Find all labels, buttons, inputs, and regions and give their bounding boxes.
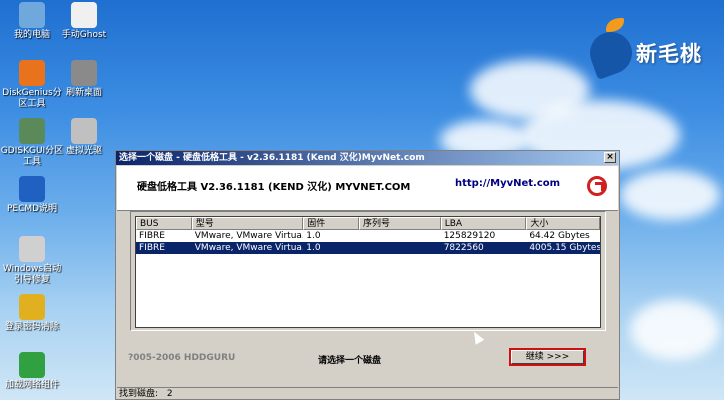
- desktop-shortcut-label: Windows启动引导修复: [2, 264, 62, 285]
- header-title: 硬盘低格工具 V2.36.1181 (KEND 汉化) MYVNET.COM: [137, 182, 411, 193]
- disk-cell: 7822560: [443, 243, 484, 253]
- ghost-icon: [71, 2, 97, 28]
- copyright-text: ?005-2006 HDDGURU: [128, 353, 236, 363]
- continue-button[interactable]: 继续 >>>: [509, 348, 586, 366]
- desktop-shortcut[interactable]: 虚拟光驱: [52, 118, 116, 157]
- column-header[interactable]: 固件: [303, 217, 360, 230]
- disk-row[interactable]: FIBRE VMware, VMware Virtua... 1.0 12582912…: [136, 230, 600, 242]
- xinmaotao-logo: 新毛桃: [584, 18, 720, 80]
- desktop-shortcut[interactable]: 登录密码清除: [0, 294, 64, 333]
- disk-cell: 4005.15 Gbytes: [529, 243, 600, 253]
- boot-repair-icon: [19, 236, 45, 262]
- desktop-shortcut[interactable]: 刷新桌面: [52, 60, 116, 99]
- disk-cell: 64.42 Gbytes: [529, 231, 590, 241]
- desktop-shortcut-label: 加载网络组件: [4, 380, 59, 390]
- network-icon: [19, 352, 45, 378]
- column-header[interactable]: LBA: [440, 217, 527, 230]
- column-header[interactable]: 大小: [526, 217, 600, 230]
- window-title: 选择一个磁盘 - 硬盘低格工具 - v2.36.1181 (Kend 汉化)My…: [119, 153, 425, 163]
- disk-list-frame: BUS 型号 固件 序列号 LBA 大小 FIBRE VMware, VMware Virt…: [130, 211, 606, 331]
- refresh-desktop-icon: [71, 60, 97, 86]
- desktop-shortcut[interactable]: 加载网络组件: [0, 352, 64, 391]
- desktop-shortcut[interactable]: PECMD说明: [0, 176, 64, 215]
- desktop-shortcut-label: 虚拟光驱: [65, 146, 102, 156]
- header-url-link[interactable]: http://MyvNet.com: [455, 178, 560, 189]
- hddguru-logo-icon: [587, 176, 607, 196]
- column-header[interactable]: BUS: [136, 217, 192, 230]
- window-header: 硬盘低格工具 V2.36.1181 (KEND 汉化) MYVNET.COM h…: [117, 166, 618, 211]
- status-bar: 找到磁盘: 2: [117, 387, 618, 399]
- logo-text: 新毛桃: [636, 42, 702, 66]
- disk-cell: 125829120: [443, 231, 496, 241]
- desktop-shortcut[interactable]: 手动Ghost: [52, 2, 116, 41]
- disk-cell: [359, 242, 441, 254]
- diskgenius-icon: [19, 60, 45, 86]
- disk-cell: FIBRE: [139, 231, 165, 241]
- desktop-shortcut-label: 手动Ghost: [61, 30, 107, 40]
- cloud: [620, 170, 720, 220]
- column-header[interactable]: 型号: [191, 217, 304, 230]
- help-icon: [19, 176, 45, 202]
- status-count: 2: [166, 389, 173, 399]
- window-titlebar[interactable]: 选择一个磁盘 - 硬盘低格工具 - v2.36.1181 (Kend 汉化)My…: [116, 151, 619, 165]
- disk-list[interactable]: BUS 型号 固件 序列号 LBA 大小 FIBRE VMware, VMware Virt…: [135, 216, 601, 328]
- cloud: [630, 300, 720, 360]
- list-header-row: BUS 型号 固件 序列号 LBA 大小: [136, 217, 600, 230]
- select-disk-prompt: 请选择一个磁盘: [318, 356, 382, 366]
- status-label: 找到磁盘:: [119, 389, 159, 399]
- disk-cell: FIBRE: [139, 243, 165, 253]
- partition-icon: [19, 118, 45, 144]
- virtual-drive-icon: [71, 118, 97, 144]
- disk-row[interactable]: FIBRE VMware, VMware Virtua... 1.0 7822560 4…: [136, 242, 600, 254]
- desktop-shortcut-label: 登录密码清除: [4, 322, 59, 332]
- computer-icon: [19, 2, 45, 28]
- disk-cell: VMware, VMware Virtua...: [194, 243, 304, 253]
- disk-select-window[interactable]: 选择一个磁盘 - 硬盘低格工具 - v2.36.1181 (Kend 汉化)My…: [115, 150, 620, 400]
- disk-cell: [359, 230, 441, 242]
- peach-icon: [584, 26, 638, 80]
- desktop-shortcut-label: 刷新桌面: [65, 88, 102, 98]
- bottom-bar: ?005-2006 HDDGURU 请选择一个磁盘 继续 >>>: [116, 343, 619, 367]
- column-header[interactable]: 序列号: [359, 217, 441, 230]
- disk-cell: VMware, VMware Virtua...: [194, 231, 304, 241]
- leaf-icon: [606, 18, 624, 32]
- desktop-shortcut[interactable]: Windows启动引导修复: [0, 236, 64, 286]
- disk-cell: 1.0: [306, 243, 321, 253]
- close-button[interactable]: ×: [604, 152, 616, 163]
- disk-cell: 1.0: [306, 231, 321, 241]
- desktop-shortcut-label: PECMD说明: [6, 204, 58, 214]
- key-icon: [19, 294, 45, 320]
- continue-button-label: 继续 >>>: [511, 350, 584, 364]
